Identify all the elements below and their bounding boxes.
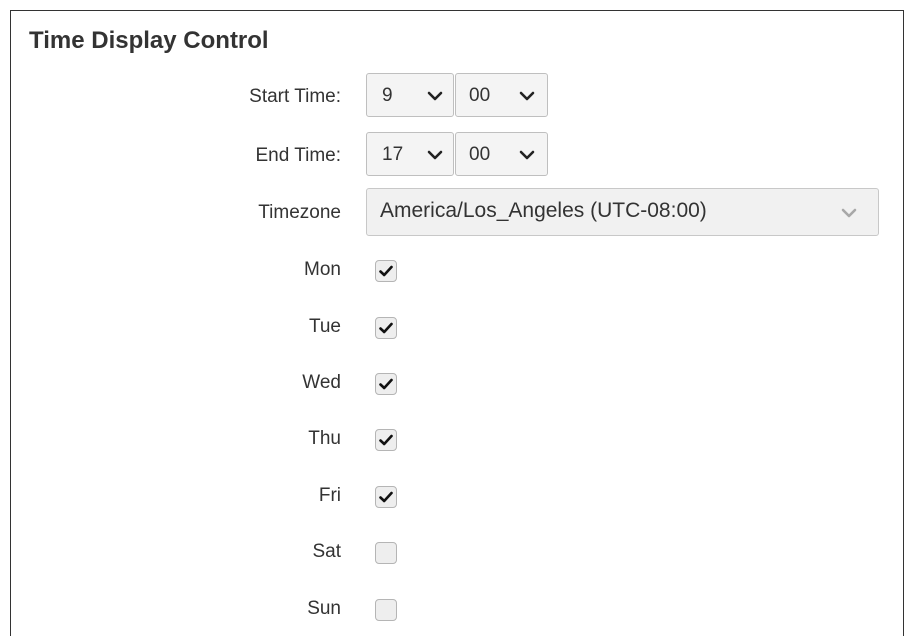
checkbox-tue[interactable] bbox=[375, 317, 397, 339]
checkbox-wed[interactable] bbox=[375, 373, 397, 395]
start-minute-value: 00 bbox=[469, 85, 491, 106]
day-label-fri: Fri bbox=[318, 485, 341, 506]
checkmark-icon bbox=[379, 378, 393, 390]
checkmark-icon bbox=[379, 491, 393, 503]
checkbox-sun[interactable] bbox=[375, 599, 397, 621]
end-minute-value: 00 bbox=[469, 144, 491, 165]
checkbox-sat[interactable] bbox=[375, 542, 397, 564]
checkmark-icon bbox=[379, 265, 393, 277]
day-label-mon: Mon bbox=[304, 259, 341, 280]
end-hour-value: 17 bbox=[382, 144, 404, 165]
checkbox-thu[interactable] bbox=[375, 429, 397, 451]
day-label-thu: Thu bbox=[308, 428, 341, 449]
timezone-label: Timezone bbox=[258, 202, 341, 223]
start-hour-select[interactable]: 9 bbox=[366, 73, 454, 117]
end-minute-select[interactable]: 00 bbox=[455, 132, 548, 176]
checkmark-icon bbox=[379, 434, 393, 446]
chevron-down-icon bbox=[519, 91, 535, 101]
chevron-down-icon bbox=[841, 208, 857, 218]
start-time-label: Start Time: bbox=[249, 86, 341, 107]
timezone-select[interactable]: America/Los_Angeles (UTC-08:00) bbox=[366, 188, 879, 236]
time-display-control-panel: Time Display Control Start Time: 9 00 En… bbox=[10, 10, 904, 636]
end-hour-select[interactable]: 17 bbox=[366, 132, 454, 176]
day-label-wed: Wed bbox=[302, 372, 341, 393]
chevron-down-icon bbox=[427, 91, 443, 101]
checkmark-icon bbox=[379, 322, 393, 334]
panel-title: Time Display Control bbox=[29, 27, 269, 54]
start-minute-select[interactable]: 00 bbox=[455, 73, 548, 117]
timezone-value: America/Los_Angeles (UTC-08:00) bbox=[380, 199, 707, 222]
checkbox-fri[interactable] bbox=[375, 486, 397, 508]
chevron-down-icon bbox=[519, 150, 535, 160]
checkbox-mon[interactable] bbox=[375, 260, 397, 282]
end-time-label: End Time: bbox=[255, 145, 341, 166]
day-label-tue: Tue bbox=[308, 316, 341, 337]
start-hour-value: 9 bbox=[382, 85, 393, 106]
day-label-sun: Sun bbox=[307, 598, 341, 619]
day-label-sat: Sat bbox=[312, 541, 341, 562]
chevron-down-icon bbox=[427, 150, 443, 160]
